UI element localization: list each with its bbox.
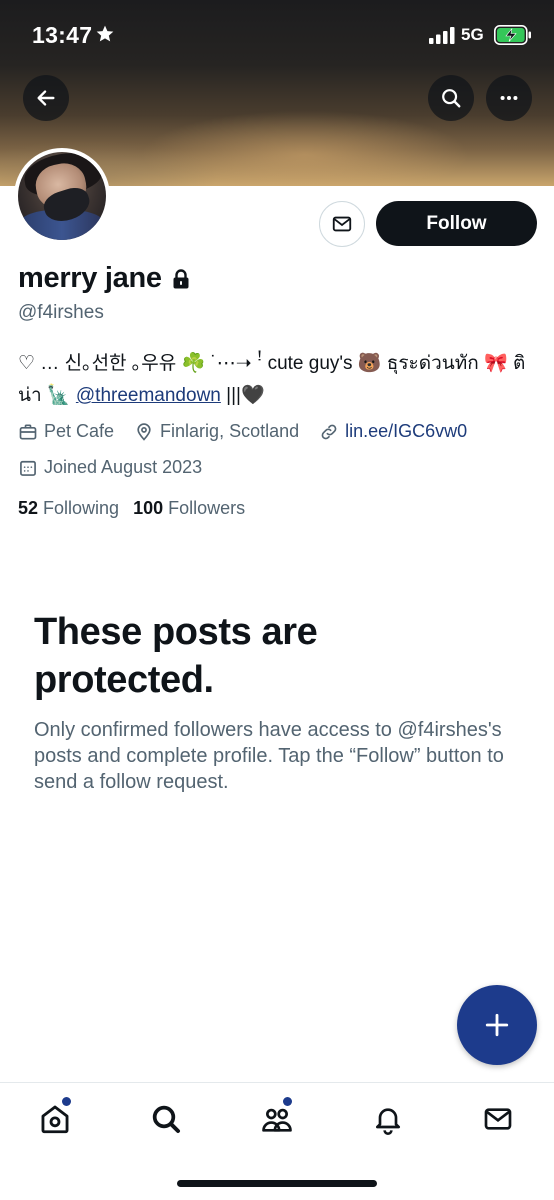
battery-charging-icon <box>494 25 531 45</box>
location-label: Finlarig, Scotland <box>160 421 300 441</box>
follow-counts: 52 Following 100 Followers <box>18 498 259 519</box>
joined-label: Joined August 2023 <box>44 457 203 477</box>
joined-item: Joined August 2023 <box>18 457 202 478</box>
tab-messages[interactable] <box>478 1099 518 1139</box>
category-item: Pet Cafe <box>18 421 114 442</box>
tab-communities[interactable] <box>257 1097 297 1139</box>
back-button[interactable] <box>23 75 69 121</box>
search-icon <box>442 89 461 108</box>
website-link[interactable]: lin.ee/IGC6vw0 <box>345 421 467 442</box>
briefcase-icon <box>19 424 37 439</box>
home-indicator <box>177 1180 377 1187</box>
more-horizontal-icon <box>500 95 518 101</box>
followers-number: 100 <box>133 498 164 518</box>
bell-icon <box>376 1108 400 1135</box>
lock-icon <box>173 268 189 288</box>
following-label: Following <box>43 498 120 518</box>
following-count[interactable]: 52 Following <box>18 498 119 519</box>
profile-bio: ♡ … 신｡선한 ｡우유 ☘️ ˙⋯➝ ꜝ cute guy's 🐻 ธุระด… <box>18 348 538 412</box>
following-number: 52 <box>18 498 39 518</box>
home-notification-dot <box>62 1097 71 1106</box>
envelope-icon <box>484 1108 512 1130</box>
more-button[interactable] <box>486 75 532 121</box>
home-icon <box>41 1105 69 1134</box>
bio-tail: |||🖤 <box>220 385 265 406</box>
envelope-icon <box>332 216 352 232</box>
location-pin-icon <box>137 422 151 441</box>
protected-body: Only confirmed followers have access to … <box>34 719 504 793</box>
avatar-photo <box>18 152 106 240</box>
profile-meta: Pet Cafe Finlarig, Scotland lin.ee/IGC6v… <box>18 421 487 442</box>
calendar-icon <box>20 460 36 476</box>
profile-handle: @f4irshes <box>18 302 104 323</box>
tab-home[interactable] <box>35 1097 75 1139</box>
status-time: 13:47 <box>32 22 93 48</box>
website-item[interactable]: lin.ee/IGC6vw0 <box>319 421 467 442</box>
status-bar: 13:47 5G <box>0 0 554 70</box>
category-label: Pet Cafe <box>44 421 115 441</box>
profile-name: merry jane <box>18 262 162 294</box>
cellular-signal-icon <box>429 27 455 44</box>
followers-label: Followers <box>168 498 246 518</box>
communities-icon <box>262 1108 292 1132</box>
follow-button[interactable]: Follow <box>376 201 537 246</box>
tab-search[interactable] <box>146 1099 186 1139</box>
avatar[interactable] <box>14 148 110 244</box>
communities-notification-dot <box>283 1097 292 1106</box>
profile-name-row: merry jane <box>18 262 190 295</box>
bio-mention-link[interactable]: @threemandown <box>76 385 221 406</box>
star-icon <box>96 25 114 42</box>
arrow-left-icon <box>37 90 55 106</box>
plus-icon <box>485 1013 509 1037</box>
link-icon <box>321 424 337 439</box>
location-item: Finlarig, Scotland <box>134 421 299 442</box>
search-icon <box>152 1105 180 1133</box>
protected-title: These posts are protected. <box>34 611 318 701</box>
compose-button[interactable] <box>457 985 537 1065</box>
tab-notifications[interactable] <box>368 1099 408 1139</box>
network-type: 5G <box>461 25 484 44</box>
message-button[interactable] <box>319 201 365 247</box>
search-button[interactable] <box>428 75 474 121</box>
followers-count[interactable]: 100 Followers <box>133 498 245 519</box>
